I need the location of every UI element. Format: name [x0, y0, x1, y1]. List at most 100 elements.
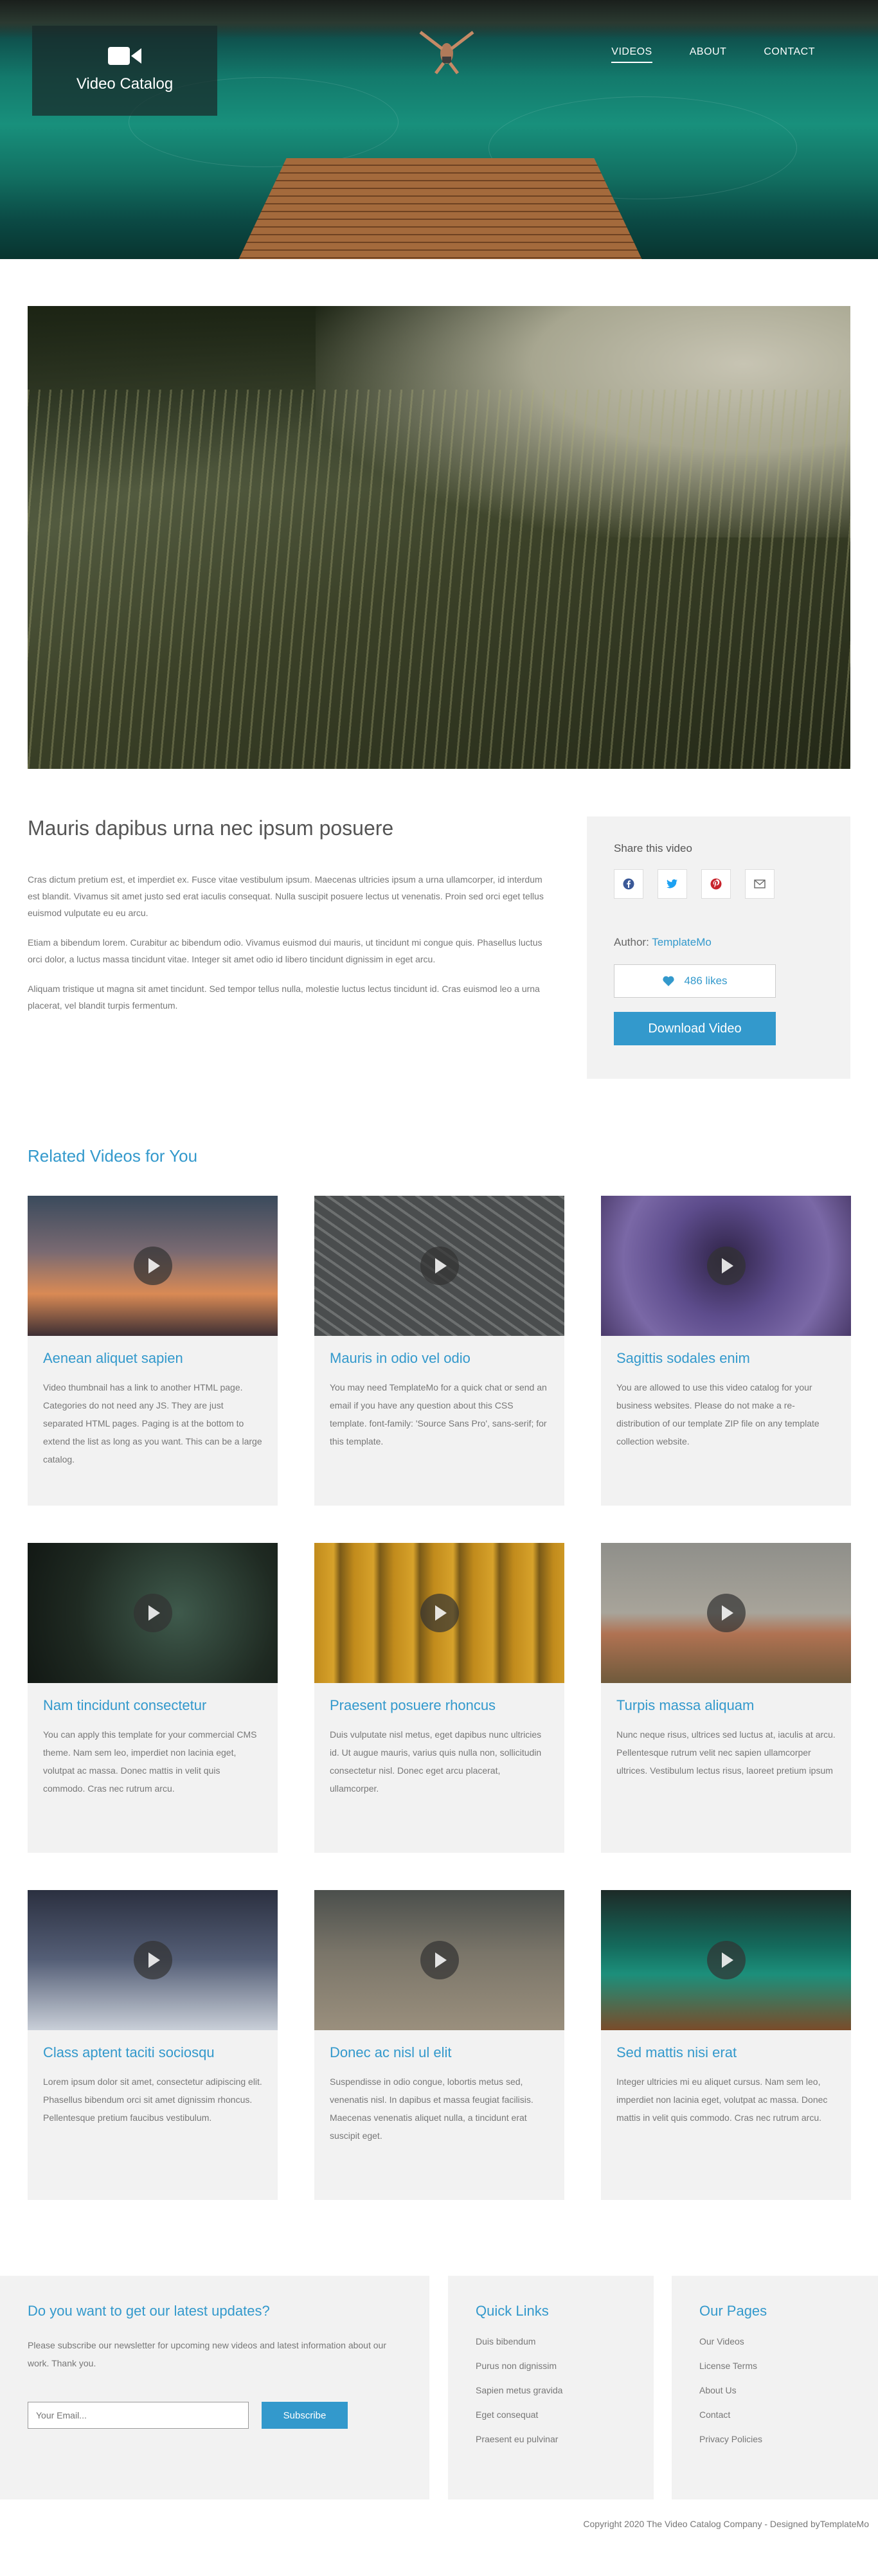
share-buttons [614, 869, 823, 899]
video-title: Mauris dapibus urna nec ipsum posuere [28, 816, 394, 840]
subscribe-button[interactable]: Subscribe [262, 2402, 348, 2429]
card-text: Lorem ipsum dolor sit amet, consectetur … [43, 2076, 262, 2123]
brand-title: Video Catalog [76, 75, 174, 93]
related-grid: Aenean aliquet sapien Video thumbnail has… [28, 1196, 851, 2200]
play-icon[interactable] [133, 1941, 172, 1979]
video-card[interactable]: Praesent posuere rhoncus Duis vulputate n… [314, 1543, 564, 1853]
quick-links-section: Quick Links Duis bibendum Purus non dign… [448, 2276, 654, 2499]
video-wheat [28, 389, 850, 769]
card-text: Nunc neque risus, ultrices sed luctus at… [616, 1729, 836, 1776]
nav-videos[interactable]: VIDEOS [611, 46, 652, 63]
video-thumbnail[interactable] [28, 1543, 278, 1683]
quick-link[interactable]: Duis bibendum [476, 2336, 626, 2346]
card-title[interactable]: Class aptent taciti sociosqu [43, 2044, 262, 2061]
video-card[interactable]: Class aptent taciti sociosqu Lorem ipsum … [28, 1890, 278, 2200]
video-paragraph: Aliquam tristique ut magna sit amet tinc… [28, 984, 540, 1011]
main-nav: VIDEOS ABOUT CONTACT [611, 46, 815, 63]
video-paragraph: Cras dictum pretium est, et imperdiet ex… [28, 874, 544, 918]
likes-count: 486 likes [684, 975, 728, 987]
video-thumbnail[interactable] [28, 1890, 278, 2030]
card-title[interactable]: Nam tincidunt consectetur [43, 1697, 262, 1714]
brand-box[interactable]: Video Catalog [32, 26, 217, 116]
share-twitter-button[interactable] [658, 869, 687, 899]
video-card[interactable]: Nam tincidunt consectetur You can apply t… [28, 1543, 278, 1853]
card-title[interactable]: Sagittis sodales enim [616, 1350, 836, 1367]
card-text: You may need TemplateMo for a quick chat… [330, 1382, 547, 1446]
page-link[interactable]: Contact [699, 2409, 850, 2420]
page-link[interactable]: About Us [699, 2385, 850, 2395]
diver-figure [419, 31, 474, 75]
video-description: Mauris dapibus urna nec ipsum posuere Cr… [28, 816, 548, 1027]
quick-link[interactable]: Sapien metus gravida [476, 2385, 626, 2395]
quick-link[interactable]: Purus non dignissim [476, 2361, 626, 2371]
video-card[interactable]: Sed mattis nisi erat Integer ultricies mi… [601, 1890, 851, 2200]
hero-header: Video Catalog VIDEOS ABOUT CONTACT [0, 0, 878, 259]
twitter-icon [667, 879, 677, 888]
video-card[interactable]: Mauris in odio vel odio You may need Temp… [314, 1196, 564, 1506]
video-sidebar: Share this video Author: TemplateMo 486 … [587, 816, 850, 1079]
author-label: Author: [614, 936, 649, 948]
card-title[interactable]: Aenean aliquet sapien [43, 1350, 262, 1367]
card-title[interactable]: Turpis massa aliquam [616, 1697, 836, 1714]
facebook-icon [623, 878, 634, 890]
video-thumbnail[interactable] [601, 1890, 851, 2030]
video-thumbnail[interactable] [601, 1196, 851, 1336]
author-line: Author: TemplateMo [614, 936, 823, 949]
quick-link[interactable]: Praesent eu pulvinar [476, 2434, 626, 2444]
nav-contact[interactable]: CONTACT [764, 46, 815, 63]
our-pages-list: Our Videos License Terms About Us Contac… [699, 2336, 850, 2444]
play-icon[interactable] [420, 1247, 459, 1285]
page-link[interactable]: Our Videos [699, 2336, 850, 2346]
video-thumbnail[interactable] [314, 1890, 564, 2030]
author-link[interactable]: TemplateMo [652, 936, 712, 948]
feature-video[interactable] [28, 306, 850, 769]
video-card[interactable]: Donec ac nisl ul elit Suspendisse in odio… [314, 1890, 564, 2200]
video-thumbnail[interactable] [314, 1543, 564, 1683]
wooden-dock [238, 158, 643, 259]
video-camera-icon [108, 47, 141, 65]
video-card[interactable]: Aenean aliquet sapien Video thumbnail has… [28, 1196, 278, 1506]
play-icon[interactable] [133, 1247, 172, 1285]
download-video-button[interactable]: Download Video [614, 1012, 776, 1045]
play-icon[interactable] [706, 1247, 746, 1285]
card-text: Duis vulputate nisl metus, eget dapibus … [330, 1729, 542, 1794]
share-pinterest-button[interactable] [701, 869, 731, 899]
newsletter-form: Subscribe [28, 2402, 402, 2429]
newsletter-section: Do you want to get our latest updates? P… [0, 2276, 429, 2499]
card-title[interactable]: Mauris in odio vel odio [330, 1350, 549, 1367]
video-thumbnail[interactable] [28, 1196, 278, 1336]
email-field[interactable] [28, 2402, 249, 2429]
share-email-button[interactable] [745, 869, 775, 899]
nav-about[interactable]: ABOUT [690, 46, 727, 63]
card-title[interactable]: Donec ac nisl ul elit [330, 2044, 549, 2061]
likes-button[interactable]: 486 likes [614, 964, 776, 998]
copyright: Copyright 2020 The Video Catalog Company… [583, 2519, 869, 2529]
video-thumbnail[interactable] [601, 1543, 851, 1683]
quick-link[interactable]: Eget consequat [476, 2409, 626, 2420]
play-icon[interactable] [420, 1941, 459, 1979]
video-thumbnail[interactable] [314, 1196, 564, 1336]
card-text: Integer ultricies mi eu aliquet cursus. … [616, 2076, 828, 2123]
page-link[interactable]: License Terms [699, 2361, 850, 2371]
our-pages-title: Our Pages [699, 2303, 767, 2319]
page-link[interactable]: Privacy Policies [699, 2434, 850, 2444]
video-card[interactable]: Turpis massa aliquam Nunc neque risus, ul… [601, 1543, 851, 1853]
quick-links-title: Quick Links [476, 2303, 549, 2319]
card-text: You are allowed to use this video catalo… [616, 1382, 820, 1446]
card-title[interactable]: Praesent posuere rhoncus [330, 1697, 549, 1714]
card-text: You can apply this template for your com… [43, 1729, 257, 1794]
share-label: Share this video [614, 842, 692, 854]
video-paragraph: Etiam a bibendum lorem. Curabitur ac bib… [28, 937, 542, 964]
play-icon[interactable] [133, 1594, 172, 1632]
page: Video Catalog VIDEOS ABOUT CONTACT Mauri… [0, 0, 878, 2576]
share-facebook-button[interactable] [614, 869, 643, 899]
card-text: Video thumbnail has a link to another HT… [43, 1382, 262, 1464]
play-icon[interactable] [706, 1941, 746, 1979]
envelope-icon [754, 879, 766, 888]
video-card[interactable]: Sagittis sodales enim You are allowed to … [601, 1196, 851, 1506]
play-icon[interactable] [706, 1594, 746, 1632]
card-title[interactable]: Sed mattis nisi erat [616, 2044, 836, 2061]
pinterest-icon [710, 878, 722, 890]
newsletter-title: Do you want to get our latest updates? [28, 2303, 270, 2319]
play-icon[interactable] [420, 1594, 459, 1632]
